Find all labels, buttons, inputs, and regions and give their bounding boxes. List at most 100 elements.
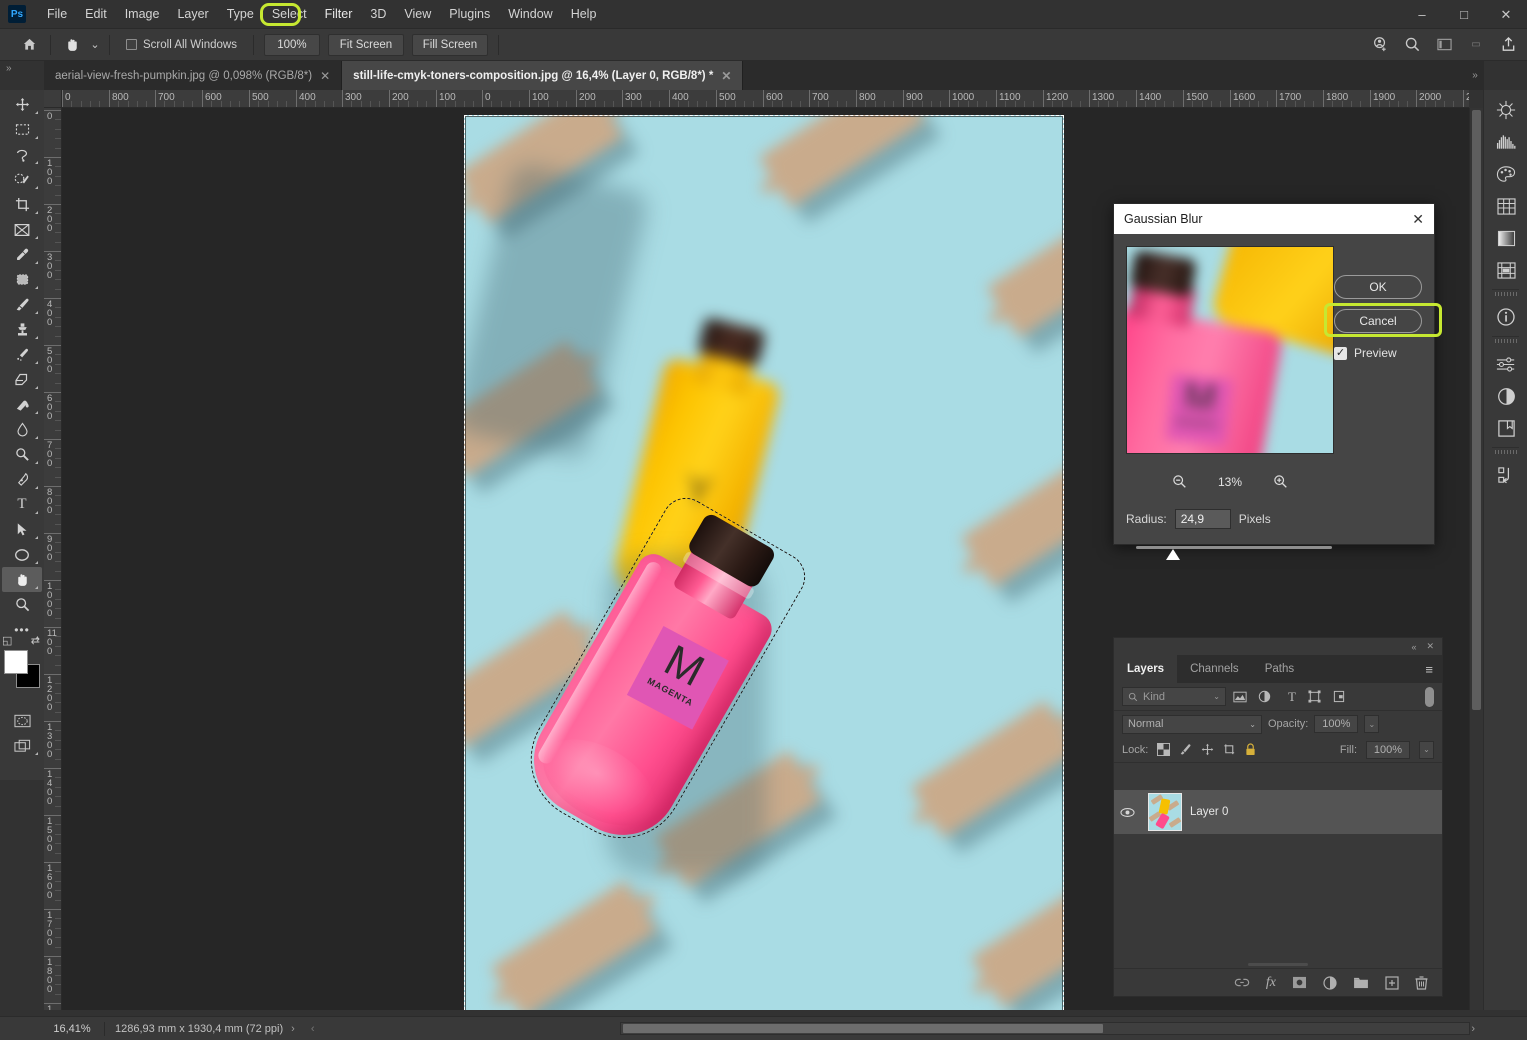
lock-artboard-icon[interactable] — [1223, 743, 1236, 756]
menu-layer[interactable]: Layer — [168, 3, 217, 25]
tool-preset-chevron-icon[interactable]: ⌄ — [87, 32, 103, 58]
zoom-100-button[interactable]: 100% — [263, 33, 320, 56]
minimize-button[interactable]: – — [1401, 0, 1443, 29]
filter-toggle-switch[interactable] — [1425, 686, 1434, 707]
swap-colors-icon[interactable]: ⇄ — [31, 634, 40, 647]
menu-plugins[interactable]: Plugins — [440, 3, 499, 25]
status-zoom-level[interactable]: 16,41% — [44, 1023, 100, 1035]
slider-thumb[interactable] — [1166, 549, 1180, 560]
lock-all-icon[interactable] — [1245, 743, 1256, 756]
vertical-scrollbar-thumb[interactable] — [1472, 110, 1481, 710]
layers-list[interactable]: Layer 0 — [1114, 790, 1442, 954]
menu-filter[interactable]: Filter — [316, 3, 362, 25]
tab-still-life-cmyk-toners-composition[interactable]: still-life-cmyk-toners-composition.jpg @… — [342, 61, 744, 90]
move-tool[interactable] — [2, 92, 42, 117]
hand-tool-icon[interactable] — [57, 32, 87, 58]
horizontal-scrollbar-thumb[interactable] — [623, 1024, 1103, 1033]
layer-mask-icon[interactable] — [1292, 976, 1307, 989]
share-icon[interactable] — [1493, 32, 1523, 58]
default-colors-icon[interactable]: ◱ — [2, 634, 12, 647]
crop-tool[interactable] — [2, 192, 42, 217]
link-layers-icon[interactable] — [1234, 977, 1250, 988]
menu-help[interactable]: Help — [562, 3, 606, 25]
blur-tool[interactable] — [2, 417, 42, 442]
zoom-in-icon[interactable] — [1273, 474, 1288, 489]
layer-row[interactable]: Layer 0 — [1114, 790, 1442, 834]
tabbar-overflow-icon[interactable]: » — [1466, 61, 1484, 90]
menu-select[interactable]: Select — [263, 3, 316, 25]
quick-mask-icon[interactable] — [2, 708, 42, 733]
eraser-tool[interactable] — [2, 367, 42, 392]
tab-aerial-view-fresh-pumpkin[interactable]: aerial-view-fresh-pumpkin.jpg @ 0,098% (… — [44, 61, 343, 90]
menu-type[interactable]: Type — [218, 3, 263, 25]
foreground-color-swatch[interactable] — [4, 650, 28, 674]
panel-menu-icon[interactable]: ≡ — [1425, 655, 1442, 683]
close-panel-icon[interactable]: ✕ — [1426, 641, 1434, 652]
pixel-filter-icon[interactable] — [1233, 691, 1251, 703]
tab-close-icon[interactable]: ✕ — [721, 69, 731, 83]
tab-layers[interactable]: Layers — [1114, 655, 1178, 683]
shape-filter-icon[interactable] — [1308, 690, 1326, 703]
ok-button[interactable]: OK — [1334, 275, 1422, 299]
preview-checkbox[interactable]: ✓ Preview — [1328, 342, 1422, 364]
status-right-arrow-icon[interactable]: › — [1471, 1023, 1475, 1035]
adjustment-layer-icon[interactable] — [1323, 975, 1337, 990]
menu-edit[interactable]: Edit — [76, 3, 116, 25]
pattern-icon[interactable] — [1488, 254, 1524, 286]
cancel-button[interactable]: Cancel — [1334, 309, 1422, 333]
lock-image-icon[interactable] — [1179, 743, 1192, 756]
fit-screen-button[interactable]: Fit Screen — [327, 33, 404, 56]
new-layer-icon[interactable] — [1385, 975, 1399, 990]
dialog-title-bar[interactable]: Gaussian Blur ✕ — [1114, 204, 1434, 234]
color-wheel-icon[interactable] — [1488, 94, 1524, 126]
status-collapse-arrow-icon[interactable]: ‹ — [303, 1023, 323, 1035]
menu-window[interactable]: Window — [499, 3, 561, 25]
vertical-ruler[interactable]: 0 100 200 300 400 500 600 700 800 900 1000 1100 1200… — [44, 108, 62, 1010]
zoom-tool[interactable] — [2, 592, 42, 617]
patterns-grid-icon[interactable] — [1488, 190, 1524, 222]
blur-preview-thumbnail[interactable]: M MAGENTA — [1126, 246, 1334, 454]
filter-kind-dropdown[interactable]: Kind ⌄ — [1122, 687, 1226, 706]
tab-close-icon[interactable]: ✕ — [320, 69, 330, 83]
new-group-icon[interactable] — [1353, 977, 1369, 989]
opacity-input[interactable]: 100% — [1314, 715, 1359, 733]
lasso-tool[interactable] — [2, 142, 42, 167]
horizontal-scrollbar[interactable] — [620, 1022, 1470, 1035]
ruler-corner[interactable] — [44, 90, 62, 108]
tab-paths[interactable]: Paths — [1251, 655, 1308, 683]
eyedropper-tool[interactable] — [2, 242, 42, 267]
menu-file[interactable]: File — [38, 3, 76, 25]
scroll-all-windows-checkbox[interactable]: Scroll All Windows — [116, 39, 247, 51]
properties-circle-icon[interactable] — [1488, 380, 1524, 412]
fill-input[interactable]: 100% — [1366, 740, 1410, 759]
pen-tool[interactable] — [2, 467, 42, 492]
maximize-button[interactable]: □ — [1443, 0, 1485, 29]
horizontal-ruler[interactable]: 0 800 700 600 500 400 300 200 100 0 100 200 300 400 50… — [62, 90, 1469, 108]
path-selection-tool[interactable] — [2, 517, 42, 542]
blend-mode-dropdown[interactable]: Normal ⌄ — [1122, 714, 1262, 734]
close-button[interactable]: ✕ — [1485, 0, 1527, 29]
collapse-panel-icon[interactable]: « — [1411, 642, 1416, 652]
status-expand-arrow-icon[interactable]: › — [283, 1023, 303, 1035]
dodge-tool[interactable] — [2, 442, 42, 467]
clone-stamp-tool[interactable] — [2, 317, 42, 342]
search-icon[interactable] — [1397, 32, 1427, 58]
frame-tool[interactable] — [2, 217, 42, 242]
brush-tool[interactable] — [2, 292, 42, 317]
gradient-tool[interactable] — [2, 392, 42, 417]
canvas-vertical-scrollbar[interactable] — [1469, 108, 1483, 1010]
layer-name[interactable]: Layer 0 — [1190, 806, 1228, 818]
add-user-icon[interactable] — [1365, 32, 1395, 58]
object-selection-tool[interactable] — [2, 167, 42, 192]
smart-object-filter-icon[interactable] — [1333, 690, 1351, 703]
delete-layer-icon[interactable] — [1415, 975, 1428, 990]
layer-visibility-eye-icon[interactable] — [1120, 807, 1140, 818]
menu-image[interactable]: Image — [116, 3, 169, 25]
libraries-icon[interactable] — [1488, 412, 1524, 444]
fill-screen-button[interactable]: Fill Screen — [411, 33, 488, 56]
hand-tool[interactable] — [2, 567, 42, 592]
panel-collapse-arrows-icon[interactable]: » — [6, 63, 12, 74]
dialog-close-icon[interactable]: ✕ — [1412, 211, 1424, 228]
document-canvas[interactable]: Y M MAGENTA — [464, 115, 1064, 1010]
workspace-icon[interactable] — [1429, 32, 1459, 58]
